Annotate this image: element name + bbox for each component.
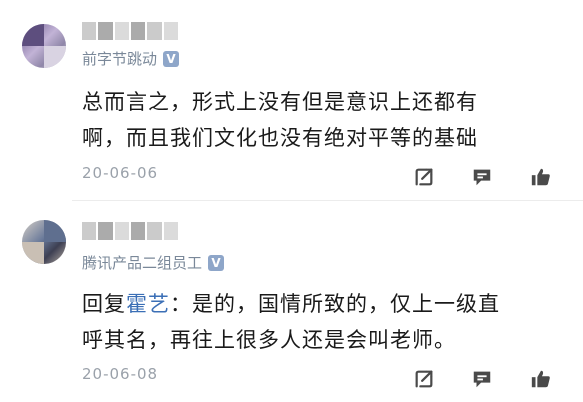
- username-blurred[interactable]: [82, 222, 178, 240]
- avatar-pixel: [22, 242, 44, 264]
- avatar[interactable]: [22, 24, 66, 68]
- avatar[interactable]: [22, 220, 66, 264]
- comment-text: 回复霍艺：是的，国情所致的，仅上一级直 呼其名，再往上很多人还是会叫老师。: [82, 286, 552, 358]
- avatar-pixel: [44, 220, 66, 242]
- comment-line: 总而言之，形式上没有但是意识上还都有: [82, 90, 478, 114]
- username-blurred[interactable]: [82, 22, 178, 40]
- reply-icon[interactable]: [471, 166, 493, 188]
- avatar-pixel: [44, 46, 66, 68]
- comment-line: 回复霍艺：是的，国情所致的，仅上一级直: [82, 286, 552, 322]
- comment-date: 20-06-06: [82, 164, 159, 182]
- verified-icon: V: [208, 254, 225, 271]
- company-name: 前字节跳动: [82, 50, 158, 68]
- verified-icon: V: [163, 50, 180, 67]
- like-icon[interactable]: [530, 166, 552, 188]
- comment-line: 啊，而且我们文化也没有绝对平等的基础: [82, 126, 478, 150]
- share-icon[interactable]: [413, 368, 435, 390]
- comment-text: 总而言之，形式上没有但是意识上还都有 啊，而且我们文化也没有绝对平等的基础: [82, 84, 552, 156]
- share-icon[interactable]: [413, 166, 435, 188]
- comment-item: 腾讯产品二组员工 V 回复霍艺：是的，国情所致的，仅上一级直 呼其名，再往上很多…: [0, 200, 583, 402]
- like-icon[interactable]: [530, 368, 552, 390]
- comment-item: 前字节跳动 V 总而言之，形式上没有但是意识上还都有 啊，而且我们文化也没有绝对…: [0, 0, 583, 200]
- company-label: 腾讯产品二组员工 V: [82, 252, 225, 273]
- reply-text: ：是的，国情所致的，仅上一级直: [170, 292, 500, 316]
- reply-icon[interactable]: [471, 368, 493, 390]
- company-name: 腾讯产品二组员工: [82, 254, 203, 272]
- mention-link[interactable]: 霍艺: [126, 292, 170, 316]
- comment-line: 呼其名，再往上很多人还是会叫老师。: [82, 328, 456, 352]
- avatar-pixel: [22, 24, 44, 46]
- comment-date: 20-06-08: [82, 365, 159, 383]
- company-label: 前字节跳动 V: [82, 48, 180, 69]
- reply-prefix: 回复: [82, 292, 126, 316]
